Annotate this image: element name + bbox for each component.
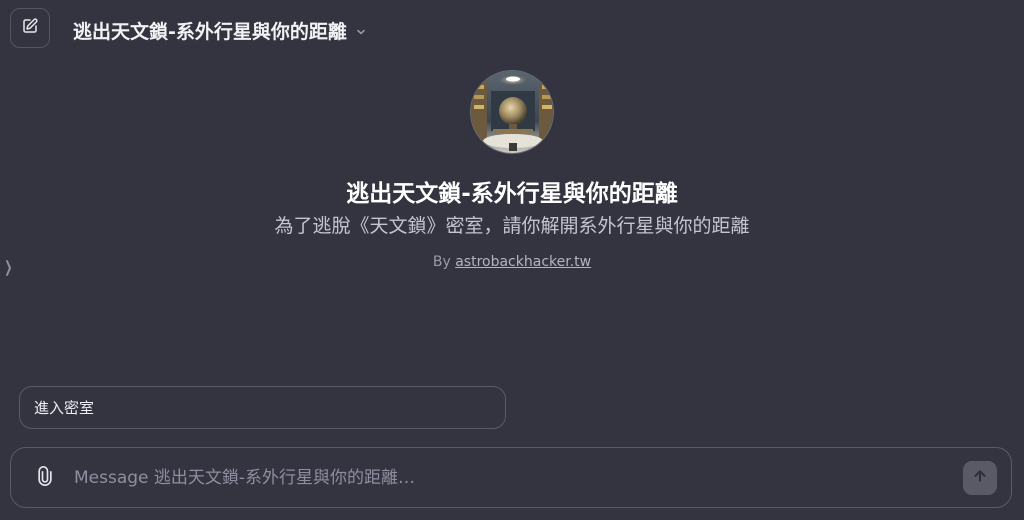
message-composer <box>10 447 1012 508</box>
header-title: 逃出天文鎖-系外行星與你的距離 <box>73 21 347 43</box>
chevron-right-icon <box>5 259 13 281</box>
attach-button[interactable] <box>31 464 59 492</box>
model-selector[interactable]: 逃出天文鎖-系外行星與你的距離 <box>73 17 367 44</box>
conversation-starter[interactable]: 進入密室 <box>19 386 506 429</box>
chat-page: 逃出天文鎖-系外行星與你的距離 逃出天文鎖-系外行星與你的距離 為了逃脫《天文鎖… <box>0 0 1024 520</box>
gpt-description: 為了逃脫《天文鎖》密室，請你解開系外行星與你的距離 <box>274 215 750 237</box>
gpt-avatar <box>470 70 554 154</box>
gpt-name: 逃出天文鎖-系外行星與你的距離 <box>346 181 678 207</box>
gpt-intro: 逃出天文鎖-系外行星與你的距離 為了逃脫《天文鎖》密室，請你解開系外行星與你的距… <box>212 70 812 270</box>
sidebar-toggle[interactable] <box>4 259 14 281</box>
send-button[interactable] <box>963 460 997 495</box>
escape-room-avatar <box>471 71 553 153</box>
author-prefix: By <box>432 254 451 270</box>
chevron-down-icon <box>355 26 367 38</box>
starter-label: 進入密室 <box>34 399 95 417</box>
paperclip-icon <box>35 465 55 491</box>
new-chat-button[interactable] <box>10 8 50 48</box>
author-link[interactable]: astrobackhacker.tw <box>455 254 591 270</box>
arrow-up-icon <box>972 468 988 488</box>
edit-pencil-icon <box>21 17 39 39</box>
message-input[interactable] <box>74 461 963 494</box>
gpt-author: By astrobackhacker.tw <box>433 254 591 270</box>
